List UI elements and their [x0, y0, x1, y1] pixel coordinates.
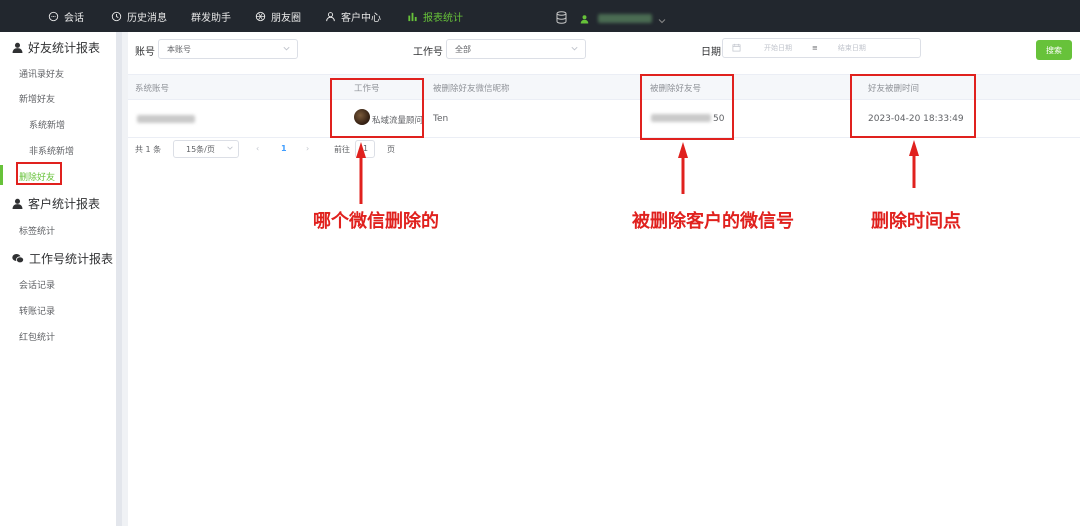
worker-select[interactable]: 全部: [446, 39, 586, 59]
date-range-picker[interactable]: 开始日期 ≡ 结束日期: [722, 38, 921, 58]
sidebar: 好友统计报表 通讯录好友 新增好友 系统新增 非系统新增 删除好友 客户统计报表…: [0, 32, 122, 526]
chevron-down-icon: [282, 44, 291, 55]
sidebar-item-non-system-new[interactable]: 非系统新增: [29, 144, 74, 157]
active-indicator: [0, 165, 3, 185]
clock-icon: [111, 11, 122, 22]
arrow-up-icon: [909, 140, 919, 188]
nav-item-history[interactable]: 历史消息: [111, 0, 167, 32]
sidebar-item-tag-stats[interactable]: 标签统计: [19, 224, 55, 237]
nav-item-reports[interactable]: 报表统计: [407, 0, 463, 32]
sidebar-group-label: 好友统计报表: [28, 41, 101, 55]
nav-label: 会话: [64, 12, 84, 24]
nav-label: 历史消息: [127, 12, 167, 24]
blurred-system-account: [137, 115, 195, 123]
prev-page-button[interactable]: ‹: [256, 144, 259, 153]
worker-filter-label: 工作号: [413, 47, 443, 58]
nav-label: 群发助手: [191, 12, 231, 24]
nav-item-chat[interactable]: 会话: [48, 0, 84, 32]
page-suffix-label: 页: [387, 145, 395, 154]
end-date-input[interactable]: 结束日期: [838, 43, 866, 53]
highlight-box-deleted-friends: [16, 162, 62, 185]
chat-bubble-icon: [48, 11, 59, 22]
column-header-deleted-nickname: 被删除好友微信昵称: [433, 84, 510, 94]
sidebar-group-customer-stats[interactable]: 客户统计报表: [12, 195, 100, 212]
start-date-input[interactable]: 开始日期: [764, 43, 792, 53]
sidebar-group-friend-stats[interactable]: 好友统计报表: [12, 39, 100, 56]
aperture-icon: [255, 11, 266, 22]
date-filter-label: 日期: [701, 47, 721, 58]
account-select-value: 本账号: [167, 44, 191, 54]
database-icon[interactable]: [556, 9, 567, 28]
nav-item-customer-center[interactable]: 客户中心: [325, 0, 381, 32]
range-separator-icon: ≡: [812, 44, 818, 52]
sidebar-item-chat-records[interactable]: 会话记录: [19, 278, 55, 291]
highlight-box-time-column: [850, 74, 976, 138]
user-icon: [580, 9, 589, 28]
page-size-value: 15条/页: [186, 144, 215, 154]
sidebar-item-new-friends[interactable]: 新增好友: [19, 92, 55, 105]
sidebar-item-system-new[interactable]: 系统新增: [29, 118, 65, 131]
goto-label: 前往: [334, 145, 350, 154]
account-select[interactable]: 本账号: [158, 39, 298, 59]
calendar-icon: [732, 43, 741, 54]
sidebar-group-label: 客户统计报表: [28, 197, 101, 211]
bar-chart-icon: [407, 11, 418, 22]
annotation-customer-wechat: 被删除客户的微信号: [632, 211, 794, 232]
pagination: 共 1 条 15条/页 ‹ 1 › 前往 1 页: [128, 140, 728, 160]
current-user-menu[interactable]: [580, 9, 666, 28]
annotation-delete-time: 删除时间点: [871, 211, 961, 232]
top-navigation-bar: 会话 历史消息 群发助手 朋友圈 客户中心 报表统计: [0, 0, 1080, 32]
user-icon: [325, 11, 336, 22]
sidebar-item-red-packet-stats[interactable]: 红包统计: [19, 330, 55, 343]
annotation-who-deleted: 哪个微信删除的: [313, 211, 439, 232]
nav-label: 客户中心: [341, 12, 381, 24]
nav-label: 报表统计: [423, 12, 463, 24]
chevron-down-icon: [226, 144, 234, 154]
nav-label: 朋友圈: [271, 12, 301, 24]
column-header-system-account: 系统账号: [135, 84, 170, 94]
page-number-current[interactable]: 1: [281, 144, 287, 153]
blurred-username: [598, 14, 652, 23]
account-filter-label: 账号: [135, 47, 155, 58]
user-icon: [12, 198, 23, 209]
wechat-icon: [12, 254, 24, 264]
arrow-up-icon: [678, 142, 688, 194]
next-page-button[interactable]: ›: [306, 144, 309, 153]
sidebar-group-worker-stats[interactable]: 工作号统计报表: [12, 250, 113, 267]
sidebar-item-address-book[interactable]: 通讯录好友: [19, 67, 64, 80]
page-size-select[interactable]: 15条/页: [173, 140, 239, 158]
highlight-box-wechat-id-column: [640, 74, 734, 140]
deleted-nickname: Ten: [433, 114, 449, 124]
search-button[interactable]: 搜索: [1036, 40, 1072, 60]
total-count: 共 1 条: [135, 145, 162, 154]
nav-item-broadcast[interactable]: 群发助手: [191, 0, 231, 32]
sidebar-group-label: 工作号统计报表: [29, 252, 114, 266]
user-icon: [12, 42, 23, 53]
nav-item-moments[interactable]: 朋友圈: [255, 0, 301, 32]
sidebar-item-transfer-records[interactable]: 转账记录: [19, 304, 55, 317]
worker-select-value: 全部: [455, 44, 471, 54]
highlight-box-worker-column: [330, 78, 424, 138]
chevron-down-icon: [570, 44, 579, 55]
arrow-up-icon: [356, 142, 366, 204]
chevron-down-icon: [658, 9, 666, 28]
